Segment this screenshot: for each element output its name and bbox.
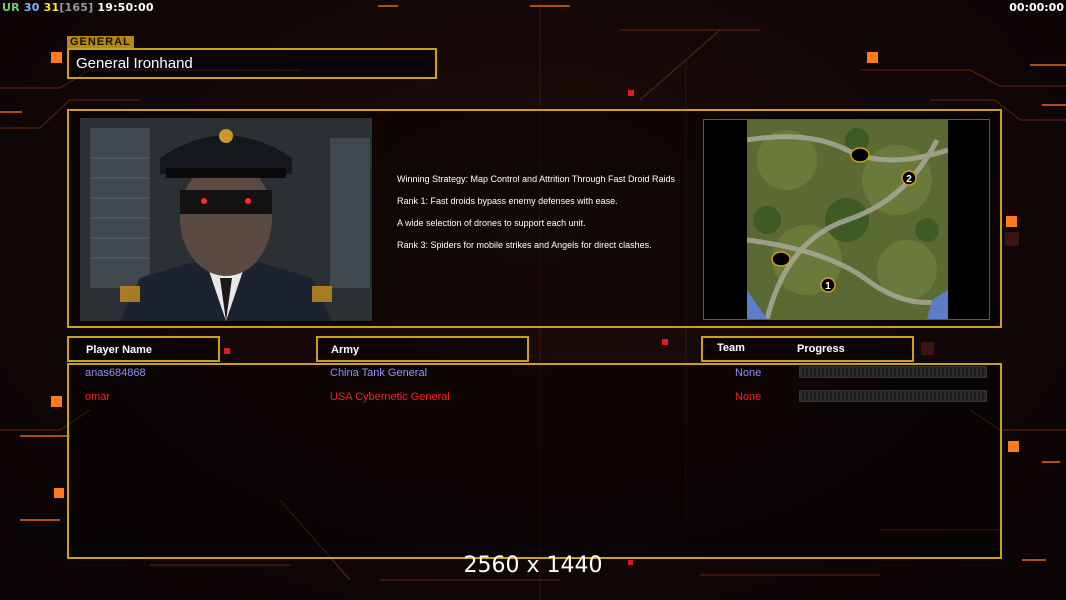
progress-bar [799,390,987,402]
progress-bar [799,366,987,378]
army-cell: USA Cybernetic General [330,391,450,403]
minimap: 2 1 [747,120,948,319]
status-value-2: 31 [43,1,60,14]
header-progress-label: Progress [797,343,845,355]
soldier-portrait-image [80,118,372,321]
player-name-cell: anas684868 [85,367,146,379]
start-marker-label-1: 1 [825,281,831,292]
header-team-label: Team [717,342,745,354]
team-cell: None [735,367,762,379]
clock: 19:50:00 [97,1,154,14]
general-tag: GENERAL [67,36,134,48]
status-value-3: [165] [59,1,94,14]
game-timer: 00:00:00 [1009,1,1064,14]
team-cell: None [735,391,762,403]
header-player-name: Player Name [67,336,220,362]
status-bar: UR 30 31[165] 19:50:00 [2,1,154,14]
general-portrait [80,118,372,321]
player-name-cell: omar [85,391,111,403]
start-marker-label-2: 2 [906,174,912,185]
general-name: General Ironhand [76,55,193,72]
strategy-line: A wide selection of drones to support ea… [397,218,586,228]
general-name-box: General Ironhand [67,48,437,79]
minimap-image: 2 1 [747,120,948,319]
strategy-line: Rank 1: Fast droids bypass enemy defense… [397,196,618,206]
resolution-label: 2560 x 1440 [463,553,603,578]
ur-label: UR [2,1,20,14]
status-value-1: 30 [23,1,40,14]
strategy-description: Winning Strategy: Map Control and Attrit… [397,174,697,262]
header-team-progress: Team Progress [701,336,914,362]
strategy-line: Rank 3: Spiders for mobile strikes and A… [397,240,652,250]
army-cell: China Tank General [330,367,428,379]
header-army-label: Army [331,344,360,356]
header-army: Army [316,336,529,362]
header-player-name-label: Player Name [86,344,153,356]
strategy-line: Winning Strategy: Map Control and Attrit… [397,174,675,184]
